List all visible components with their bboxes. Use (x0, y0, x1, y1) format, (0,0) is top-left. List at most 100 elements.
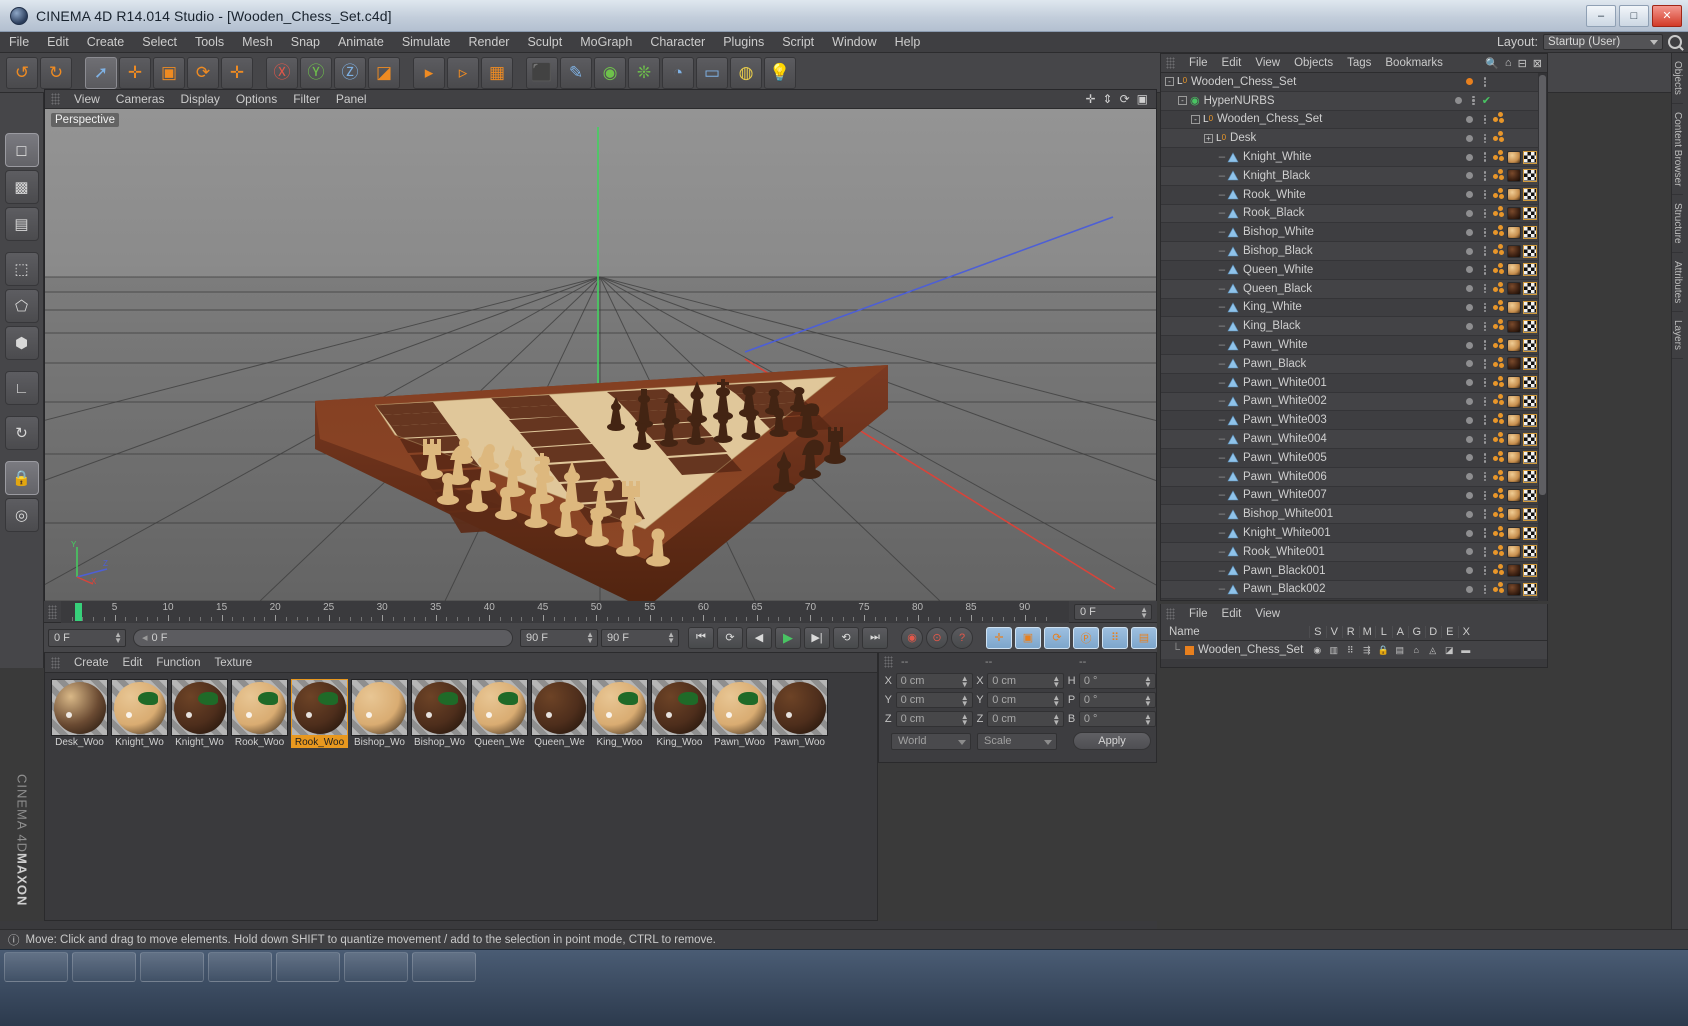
render-visibility-dots[interactable] (1483, 133, 1486, 144)
object-visibility-dots[interactable] (1461, 152, 1491, 162)
viewport-menu-view[interactable]: View (66, 90, 108, 109)
panel-grip-icon[interactable] (51, 93, 60, 105)
model-mode-button[interactable]: ◻ (4, 133, 39, 167)
coord-field-position-z[interactable]: 0 cm ▲ ▼ (895, 710, 973, 727)
layer-column-r[interactable]: R (1342, 625, 1359, 638)
redo-button[interactable]: ↻ (40, 56, 72, 89)
render-visibility-dots[interactable] (1483, 265, 1486, 275)
collapse-icon[interactable]: - (1165, 77, 1174, 87)
material-preview[interactable] (471, 679, 528, 736)
uvw-tag-icon[interactable] (1523, 545, 1537, 559)
layer-toggle-r-icon[interactable]: ⠿ (1342, 645, 1359, 656)
uvw-tag-icon[interactable] (1523, 488, 1537, 502)
editor-visibility-dot[interactable] (1466, 209, 1473, 217)
menu-window[interactable]: Window (823, 32, 885, 53)
object-visibility-dots[interactable] (1461, 189, 1491, 200)
render-settings-button[interactable]: ▦ (481, 56, 513, 89)
tag-dots-icon[interactable] (1493, 244, 1505, 258)
coord-field-position-x[interactable]: 0 cm ▲ ▼ (895, 672, 973, 689)
coord-field-position-y[interactable]: 0 cm ▲ ▼ (895, 691, 973, 708)
material-tag-icon[interactable] (1507, 413, 1521, 427)
coordinate-system-dropdown[interactable]: World (891, 732, 971, 750)
material-preview[interactable] (351, 679, 408, 736)
stepper-icon[interactable]: ▲ ▼ (1052, 693, 1060, 707)
tag-dots-icon[interactable] (1493, 544, 1505, 559)
material-preview[interactable] (711, 679, 768, 736)
layer-toggle-m-icon[interactable]: ⇶ (1359, 645, 1376, 656)
texture-mode-button[interactable]: ▩ (4, 170, 39, 204)
search-icon[interactable]: 🔍 (1485, 57, 1499, 70)
tag-dots-icon[interactable] (1493, 112, 1505, 126)
home-icon[interactable]: ⌂ (1505, 57, 1512, 69)
object-row[interactable]: – Queen_Black (1161, 279, 1547, 299)
render-visibility-dots[interactable] (1483, 321, 1486, 331)
select-tool-button[interactable]: ➚ (85, 56, 117, 89)
menu-mograph[interactable]: MoGraph (571, 32, 641, 53)
object-visibility-dots[interactable] (1461, 434, 1491, 444)
perspective-viewport[interactable]: Perspective Y Z X (45, 109, 1156, 601)
uvw-tag-icon[interactable] (1523, 188, 1537, 202)
tag-dots-icon[interactable] (1493, 394, 1505, 408)
object-row[interactable]: + L0 Desk (1161, 129, 1547, 149)
move-axis-button[interactable]: ✛ (221, 56, 253, 89)
taskbar-item[interactable] (72, 952, 136, 982)
uvw-tag-icon[interactable] (1523, 413, 1537, 427)
object-menu-bookmarks[interactable]: Bookmarks (1378, 57, 1450, 69)
material-tag-icon[interactable] (1507, 244, 1521, 258)
coord-field-rotation-h[interactable]: 0 ° ▲ ▼ (1078, 672, 1156, 689)
editor-visibility-dot[interactable] (1466, 529, 1473, 537)
layer-column-g[interactable]: G (1408, 625, 1425, 638)
material-tag-icon[interactable] (1507, 451, 1521, 465)
object-visibility-dots[interactable] (1461, 471, 1491, 482)
object-scrollbar[interactable] (1538, 73, 1547, 601)
lock-z-axis-button[interactable]: Ⓩ (334, 56, 366, 89)
menu-edit[interactable]: Edit (38, 32, 78, 53)
timeline-track[interactable]: 5 10 15 20 25 30 35 40 45 50 55 60 65 70 75 80 85 90 (61, 600, 1069, 623)
menu-plugins[interactable]: Plugins (714, 32, 773, 53)
tag-dots-icon[interactable] (1493, 582, 1505, 596)
attribute-menu-file[interactable]: File (1182, 608, 1215, 620)
tag-dots-icon[interactable] (1493, 356, 1505, 371)
material-tag-icon[interactable] (1507, 564, 1521, 578)
taskbar-item[interactable] (208, 952, 272, 982)
edges-mode-button[interactable]: ⬠ (4, 289, 39, 323)
editor-visibility-dot[interactable] (1454, 97, 1462, 105)
editor-visibility-dot[interactable] (1466, 153, 1473, 161)
menu-render[interactable]: Render (459, 32, 518, 53)
object-visibility-dots[interactable] (1461, 114, 1491, 125)
menu-mesh[interactable]: Mesh (233, 32, 282, 53)
uvw-tag-icon[interactable] (1523, 244, 1537, 258)
render-visibility-dots[interactable] (1483, 471, 1486, 482)
object-row[interactable]: – Pawn_White001 (1161, 373, 1547, 393)
undo-button[interactable]: ↺ (6, 56, 38, 89)
close-icon[interactable]: ⊠ (1533, 57, 1542, 70)
layer-column-e[interactable]: E (1441, 625, 1458, 638)
menu-select[interactable]: Select (133, 32, 186, 53)
object-menu-objects[interactable]: Objects (1287, 57, 1340, 69)
attribute-menu-view[interactable]: View (1248, 608, 1287, 620)
object-row[interactable]: – Bishop_Black (1161, 242, 1547, 261)
object-menu-view[interactable]: View (1248, 57, 1287, 69)
current-time-marker[interactable] (75, 602, 82, 621)
coord-field-size-x[interactable]: 0 cm ▲ ▼ (987, 672, 1065, 689)
step-back-button[interactable]: ◀ (746, 626, 772, 649)
move-tool-button[interactable]: ✛ (119, 56, 151, 89)
editor-visibility-dot[interactable] (1466, 78, 1473, 86)
coord-field-size-y[interactable]: 0 cm ▲ ▼ (987, 691, 1065, 708)
uvw-tag-icon[interactable] (1523, 451, 1537, 465)
object-visibility-dots[interactable] (1461, 133, 1491, 144)
editor-visibility-dot[interactable] (1466, 567, 1473, 575)
layer-toggle-x-icon[interactable]: ▬ (1458, 645, 1475, 656)
object-row[interactable]: – Pawn_White007 (1161, 486, 1547, 506)
object-row[interactable]: – Knight_White001 (1161, 524, 1547, 543)
material-tag-icon[interactable] (1507, 338, 1521, 352)
stepper-icon[interactable]: ▲ ▼ (586, 630, 594, 644)
layer-toggle-v-icon[interactable]: ▥ (1326, 645, 1343, 656)
menu-simulate[interactable]: Simulate (393, 32, 460, 53)
object-row[interactable]: – King_White (1161, 298, 1547, 318)
layer-toggle-e-icon[interactable]: ◪ (1441, 645, 1458, 656)
tag-dots-icon[interactable] (1493, 225, 1505, 239)
step-forward-button[interactable]: ▶| (804, 626, 830, 649)
object-visibility-dots[interactable] (1461, 490, 1491, 501)
material-preview[interactable] (531, 679, 588, 736)
